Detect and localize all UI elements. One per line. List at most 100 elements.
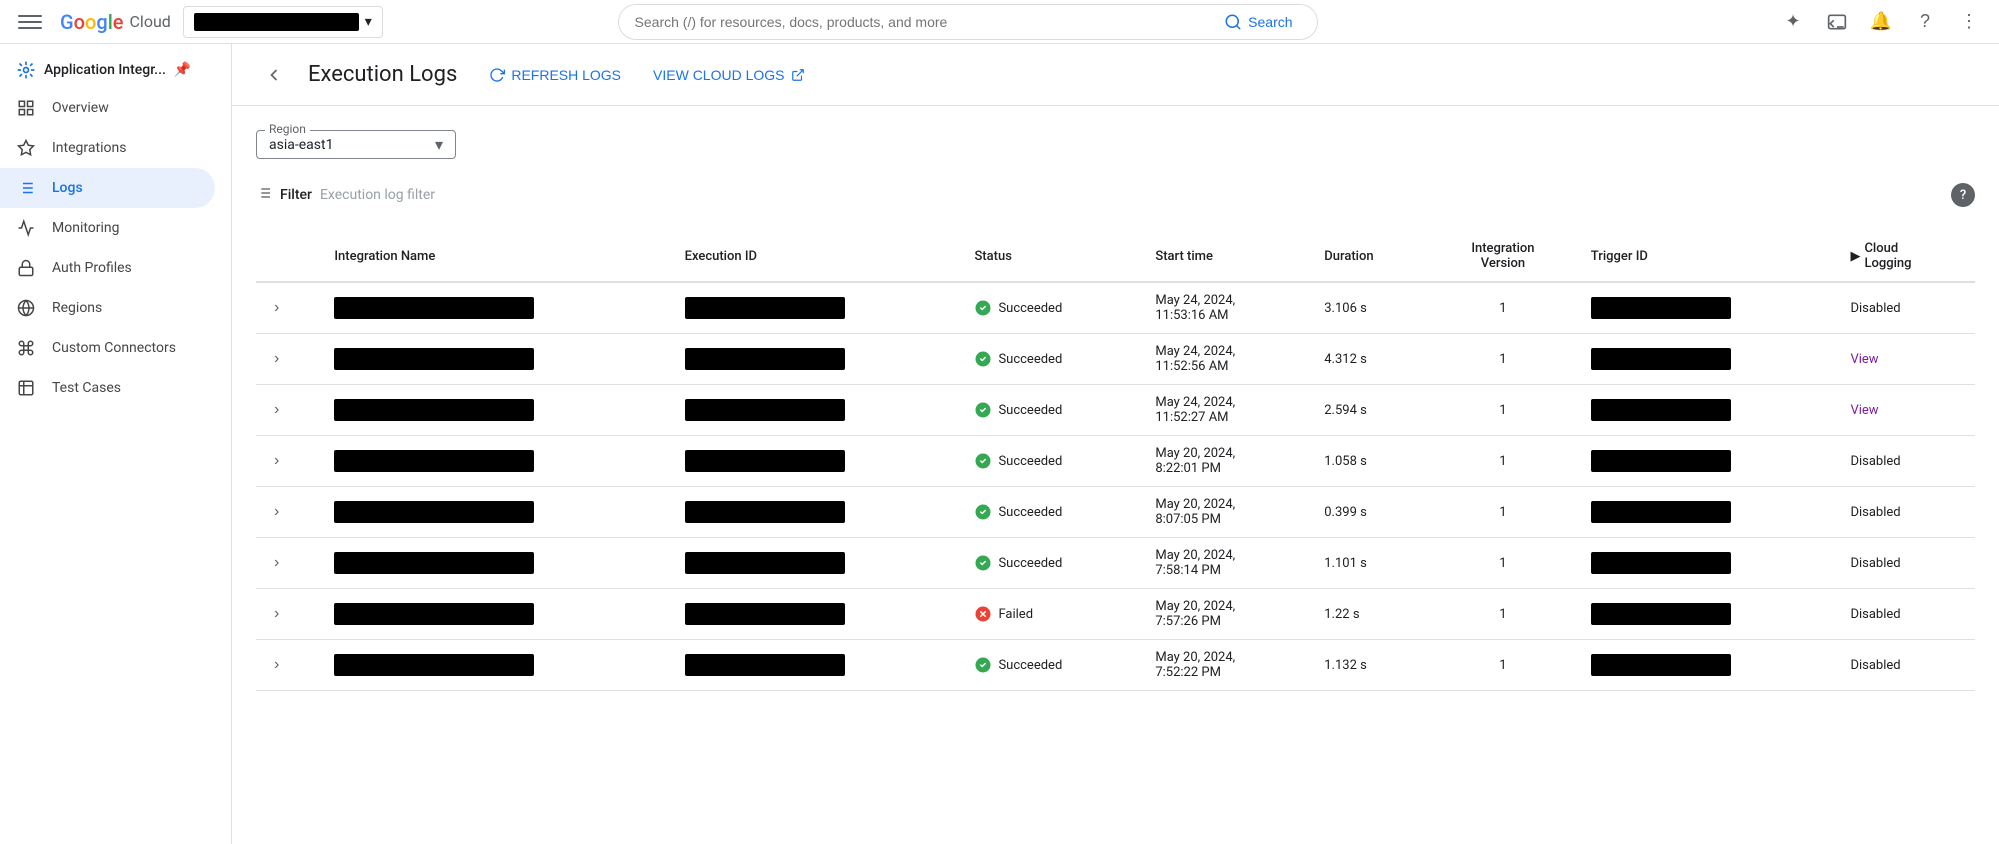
cloud-shell-button[interactable]	[1819, 4, 1855, 40]
trigger-id-redacted	[1591, 552, 1731, 574]
trigger-id-cell	[1575, 282, 1835, 334]
table-row: › Succeeded May 20, 2024, 8:22:01 PM 1.0…	[256, 436, 1975, 487]
view-cloud-label: VIEW CLOUD LOGS	[653, 67, 784, 83]
google-g-icon: Google	[60, 10, 124, 34]
expand-button[interactable]: ›	[272, 501, 281, 523]
execution-id-cell	[669, 334, 959, 385]
table-row: › Succeeded May 20, 2024, 8:07:05 PM 0.3…	[256, 487, 1975, 538]
integration-icon	[16, 60, 36, 80]
sidebar-item-test-cases[interactable]: Test Cases	[0, 368, 215, 408]
search-input[interactable]	[635, 14, 1209, 30]
test-cases-label: Test Cases	[52, 380, 121, 396]
trigger-id-redacted	[1591, 603, 1731, 625]
cloud-logging-view-link[interactable]: View	[1850, 352, 1878, 367]
status-text: Succeeded	[998, 658, 1062, 673]
trigger-id-cell	[1575, 640, 1835, 691]
col-start-time[interactable]: Start time	[1139, 231, 1308, 282]
integration-name-cell	[318, 538, 668, 589]
refresh-logs-button[interactable]: REFRESH LOGS	[481, 61, 629, 89]
integration-version-cell: 1	[1431, 487, 1575, 538]
regions-icon	[16, 298, 36, 318]
success-status-icon	[974, 554, 992, 572]
status-cell: Succeeded	[958, 487, 1139, 538]
execution-id-redacted	[685, 348, 845, 370]
integration-version-cell: 1	[1431, 334, 1575, 385]
project-selector[interactable]: ▾	[183, 6, 383, 38]
expand-button[interactable]: ›	[272, 399, 281, 421]
cloud-logging-disabled: Disabled	[1850, 301, 1900, 316]
ai-button[interactable]: ✦	[1775, 4, 1811, 40]
col-duration[interactable]: Duration	[1308, 231, 1431, 282]
execution-id-cell	[669, 385, 959, 436]
sidebar-item-regions[interactable]: Regions	[0, 288, 215, 328]
filter-label[interactable]: Filter	[280, 187, 312, 203]
hamburger-icon	[18, 10, 42, 34]
integration-name-redacted	[334, 399, 534, 421]
table-header-row: Integration Name Execution ID Status Sta…	[256, 231, 1975, 282]
sidebar-item-integrations[interactable]: Integrations	[0, 128, 215, 168]
col-status[interactable]: Status	[958, 231, 1139, 282]
menu-button[interactable]	[12, 4, 48, 40]
terminal-icon	[1827, 12, 1847, 32]
overview-icon	[16, 98, 36, 118]
expand-button[interactable]: ›	[272, 552, 281, 574]
region-value: asia-east1	[269, 137, 435, 153]
notifications-button[interactable]: 🔔	[1863, 4, 1899, 40]
more-options-button[interactable]: ⋮	[1951, 4, 1987, 40]
search-button[interactable]: Search	[1216, 9, 1300, 35]
trigger-id-redacted	[1591, 654, 1731, 676]
col-execution-id[interactable]: Execution ID	[669, 231, 959, 282]
expand-button[interactable]: ›	[272, 450, 281, 472]
filter-icon	[256, 185, 272, 205]
expand-button[interactable]: ›	[272, 654, 281, 676]
google-cloud-logo[interactable]: Google Cloud	[60, 10, 171, 34]
success-status-icon	[974, 503, 992, 521]
page-header: Execution Logs REFRESH LOGS VIEW CLOUD L…	[232, 44, 1999, 106]
status-cell: Succeeded	[958, 334, 1139, 385]
integration-version-cell: 1	[1431, 436, 1575, 487]
status-cell: Succeeded	[958, 436, 1139, 487]
cloud-logging-disabled: Disabled	[1850, 556, 1900, 571]
help-icon[interactable]: ?	[1951, 183, 1975, 207]
status-text: Succeeded	[998, 352, 1062, 367]
integration-name-cell	[318, 334, 668, 385]
trigger-id-cell	[1575, 487, 1835, 538]
topbar: Google Cloud ▾ Search ✦ 🔔 ? ⋮	[0, 0, 1999, 44]
help-button[interactable]: ?	[1907, 4, 1943, 40]
status-text: Failed	[998, 607, 1033, 622]
sidebar-nav: Overview Integrations Logs Monitoring	[0, 88, 231, 844]
view-cloud-logs-button[interactable]: VIEW CLOUD LOGS	[645, 61, 812, 89]
integration-version-cell: 1	[1431, 385, 1575, 436]
pin-icon[interactable]: 📌	[174, 62, 191, 78]
col-expand	[256, 231, 318, 282]
expand-button[interactable]: ›	[272, 603, 281, 625]
status-text: Succeeded	[998, 556, 1062, 571]
start-time-cell: May 24, 2024, 11:52:56 AM	[1139, 334, 1308, 385]
duration-cell: 4.312 s	[1308, 334, 1431, 385]
search-bar: Search	[618, 4, 1318, 40]
expand-button[interactable]: ›	[272, 297, 281, 319]
region-label: Region	[265, 122, 310, 136]
col-trigger-id[interactable]: Trigger ID	[1575, 231, 1835, 282]
back-button[interactable]	[256, 57, 292, 93]
sidebar-item-logs[interactable]: Logs	[0, 168, 215, 208]
sidebar-item-monitoring[interactable]: Monitoring	[0, 208, 215, 248]
expand-button[interactable]: ›	[272, 348, 281, 370]
start-time-cell: May 24, 2024, 11:52:27 AM	[1139, 385, 1308, 436]
status-text: Succeeded	[998, 301, 1062, 316]
execution-id-redacted	[685, 450, 845, 472]
sidebar-item-custom-connectors[interactable]: Custom Connectors	[0, 328, 215, 368]
trigger-id-redacted	[1591, 297, 1731, 319]
trigger-id-cell	[1575, 436, 1835, 487]
sidebar-item-auth-profiles[interactable]: Auth Profiles	[0, 248, 215, 288]
execution-id-redacted	[685, 552, 845, 574]
sidebar-item-overview[interactable]: Overview	[0, 88, 215, 128]
execution-id-cell	[669, 436, 959, 487]
col-integration-version[interactable]: IntegrationVersion	[1431, 231, 1575, 282]
region-selector[interactable]: Region asia-east1 ▾	[256, 130, 456, 159]
table-row: › Succeeded May 24, 2024, 11:52:56 AM 4.…	[256, 334, 1975, 385]
execution-id-cell	[669, 282, 959, 334]
col-integration-name[interactable]: Integration Name	[318, 231, 668, 282]
integration-name-cell	[318, 487, 668, 538]
cloud-logging-view-link[interactable]: View	[1850, 403, 1878, 418]
